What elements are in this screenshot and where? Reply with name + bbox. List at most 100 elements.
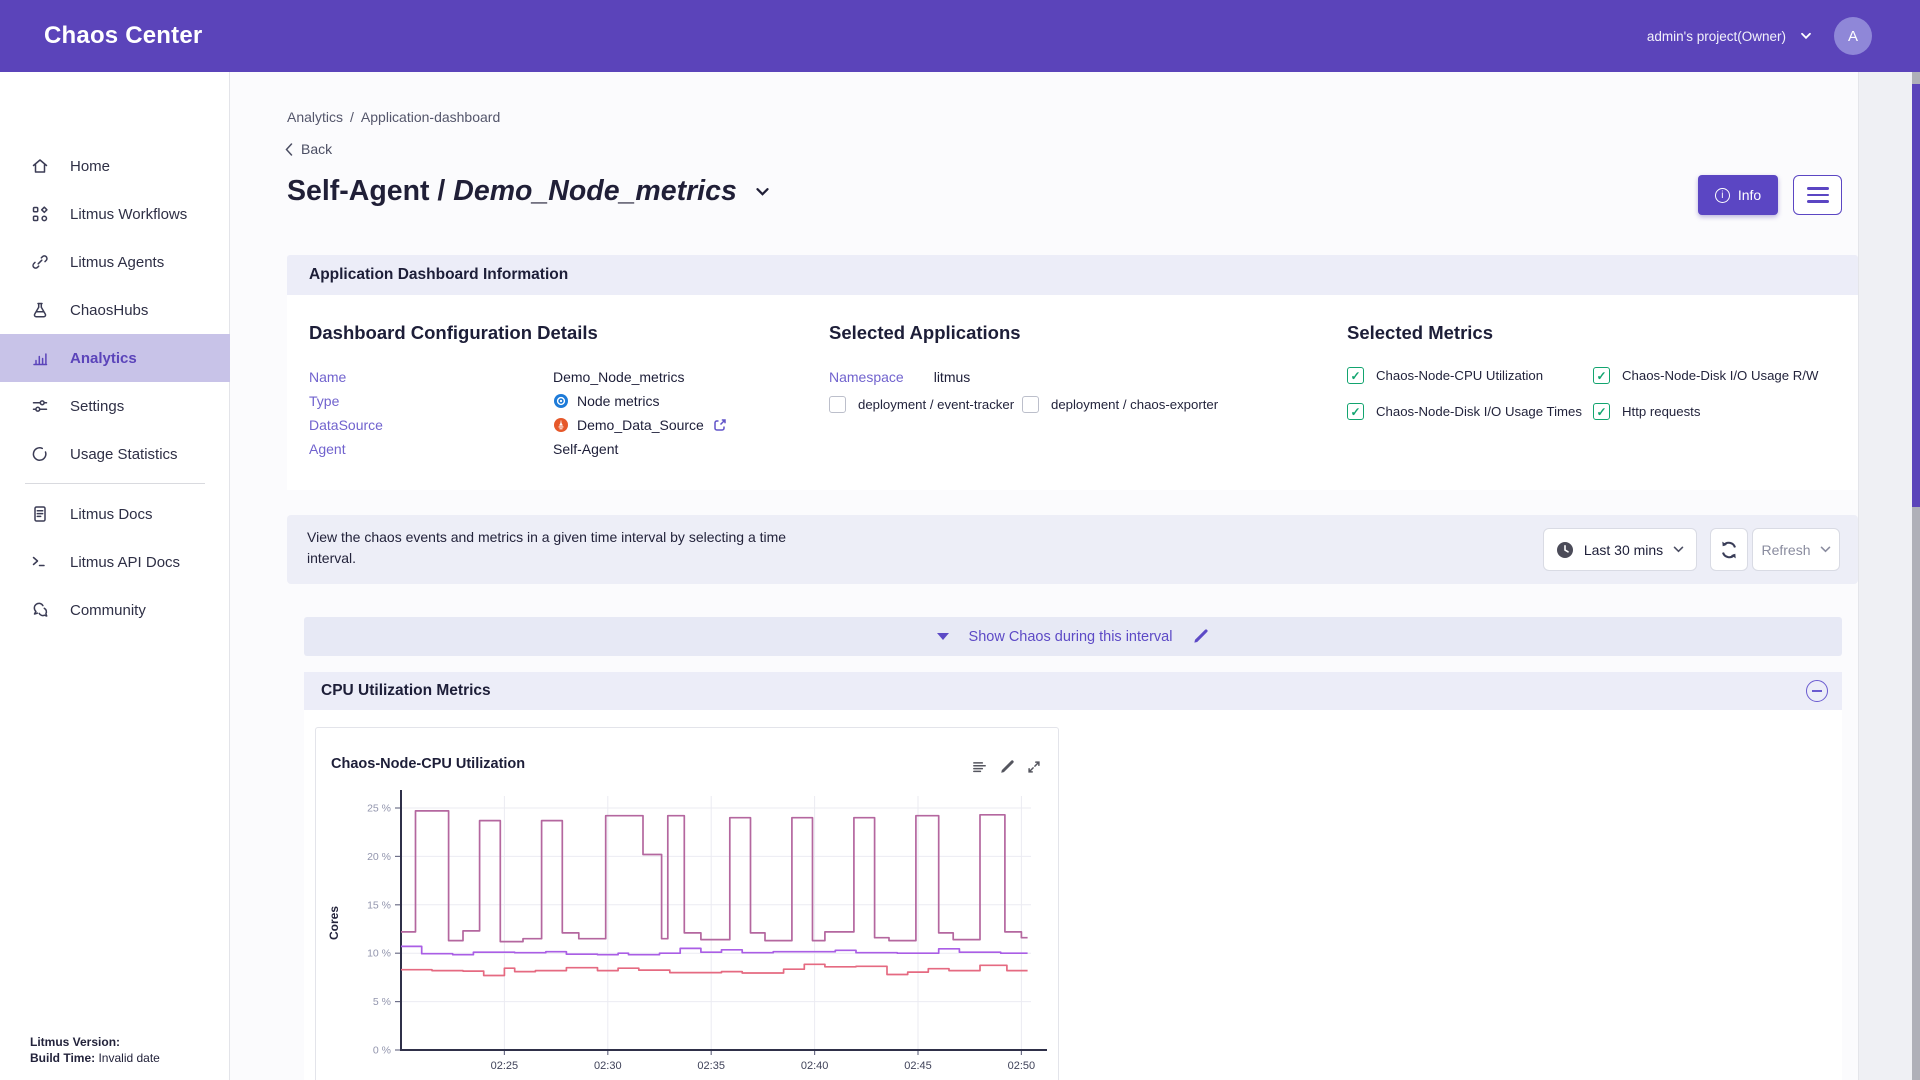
checkbox-label: Chaos-Node-Disk I/O Usage Times: [1376, 404, 1582, 419]
scrollbar-thumb[interactable]: [1912, 84, 1920, 507]
svg-text:02:40: 02:40: [801, 1060, 829, 1072]
sidebar-item-label: Community: [70, 602, 146, 619]
selected-applications-title: Selected Applications: [829, 322, 1021, 344]
avatar[interactable]: A: [1834, 17, 1872, 55]
clock-icon: [1556, 541, 1574, 559]
refresh-label: Refresh: [1761, 542, 1810, 558]
namespace-row: Namespace litmus: [829, 369, 970, 385]
workflows-icon: [30, 204, 50, 224]
sidebar-item-litmus-agents[interactable]: Litmus Agents: [0, 238, 230, 286]
sidebar-item-label: Litmus Agents: [70, 254, 164, 271]
metric-checkbox-disk-io-times[interactable]: Chaos-Node-Disk I/O Usage Times: [1347, 403, 1582, 420]
svg-text:0 %: 0 %: [373, 1045, 391, 1057]
caret-down-icon: [937, 633, 949, 640]
sidebar-item-chaoshubs[interactable]: ChaosHubs: [0, 286, 230, 334]
checkbox-icon: [1593, 367, 1610, 384]
checkbox-icon: [1347, 403, 1364, 420]
version-info: Litmus Version: Build Time: Invalid date: [30, 1034, 160, 1066]
config-label: Name: [309, 369, 553, 385]
title-chevron-down-icon[interactable]: [755, 187, 770, 197]
interval-description: View the chaos events and metrics in a g…: [307, 527, 807, 569]
selected-metrics-title: Selected Metrics: [1347, 322, 1493, 344]
info-button[interactable]: i Info: [1698, 175, 1778, 215]
sidebar: Home Litmus Workflows Litmus Agents Chao…: [0, 72, 230, 1080]
config-row-name: Name Demo_Node_metrics: [309, 365, 685, 389]
home-icon: [30, 156, 50, 176]
checkbox-icon: [829, 396, 846, 413]
application-checkbox-event-tracker[interactable]: deployment / event-tracker: [829, 396, 1014, 413]
metric-checkbox-http-requests[interactable]: Http requests: [1593, 403, 1700, 420]
sidebar-item-settings[interactable]: Settings: [0, 382, 230, 430]
metric-checkbox-disk-io-rw[interactable]: Chaos-Node-Disk I/O Usage R/W: [1593, 367, 1818, 384]
main-content: Analytics / Application-dashboard Back S…: [230, 72, 1858, 1080]
namespace-label: Namespace: [829, 369, 904, 385]
config-label: Type: [309, 393, 553, 409]
litmus-version-label: Litmus Version:: [30, 1035, 120, 1049]
checkbox-label: Chaos-Node-Disk I/O Usage R/W: [1622, 368, 1818, 383]
title-dashboard-name: Demo_Node_metrics: [453, 175, 737, 207]
checkbox-label: deployment / chaos-exporter: [1051, 397, 1218, 412]
svg-text:02:25: 02:25: [491, 1060, 519, 1072]
build-time-value: Invalid date: [98, 1051, 159, 1065]
time-range-label: Last 30 mins: [1584, 542, 1663, 558]
edit-pencil-icon[interactable]: [1192, 628, 1209, 645]
title-agent: Self-Agent: [287, 175, 430, 207]
sidebar-item-litmus-docs[interactable]: Litmus Docs: [0, 490, 230, 538]
config-row-type: Type Node metrics: [309, 389, 659, 413]
sidebar-item-analytics[interactable]: Analytics: [0, 334, 230, 382]
cpu-utilization-chart: 0 %5 %10 %15 %20 %25 %02:2502:3002:3502:…: [316, 728, 1059, 1080]
sidebar-item-label: Home: [70, 158, 110, 175]
top-header: Chaos Center admin's project(Owner) A: [0, 0, 1920, 72]
config-row-datasource: DataSource Demo_Data_Source: [309, 413, 728, 437]
svg-text:02:30: 02:30: [594, 1060, 622, 1072]
sidebar-item-label: Usage Statistics: [70, 446, 178, 463]
show-chaos-label: Show Chaos during this interval: [969, 629, 1173, 645]
checkbox-label: deployment / event-tracker: [858, 397, 1014, 412]
sidebar-item-label: Analytics: [70, 350, 137, 367]
sidebar-item-community[interactable]: Community: [0, 586, 230, 634]
collapse-section-button[interactable]: [1806, 680, 1828, 702]
refresh-icon-button[interactable]: [1710, 528, 1748, 571]
analytics-icon: [30, 348, 50, 368]
chaoshubs-icon: [30, 300, 50, 320]
sidebar-item-label: Litmus Workflows: [70, 206, 187, 223]
build-time-label: Build Time:: [30, 1051, 95, 1065]
metric-checkbox-cpu-utilization[interactable]: Chaos-Node-CPU Utilization: [1347, 367, 1543, 384]
breadcrumb-analytics[interactable]: Analytics: [287, 109, 343, 125]
sidebar-item-label: Settings: [70, 398, 124, 415]
menu-button[interactable]: [1793, 175, 1842, 215]
refresh-select[interactable]: Refresh: [1752, 528, 1840, 571]
project-label: admin's project(Owner): [1647, 29, 1786, 44]
chevron-down-icon: [1673, 546, 1684, 553]
time-range-select[interactable]: Last 30 mins: [1543, 528, 1697, 571]
svg-text:25 %: 25 %: [367, 803, 391, 815]
show-chaos-toggle[interactable]: Show Chaos during this interval: [304, 617, 1842, 656]
svg-text:20 %: 20 %: [367, 851, 391, 863]
sidebar-item-usage-statistics[interactable]: Usage Statistics: [0, 430, 230, 478]
svg-text:Cores: Cores: [327, 906, 341, 940]
config-row-agent: Agent Self-Agent: [309, 437, 618, 461]
namespace-value: litmus: [934, 369, 971, 385]
docs-icon: [30, 504, 50, 524]
checkbox-label: Http requests: [1622, 404, 1700, 419]
title-separator: /: [437, 175, 445, 207]
sidebar-item-litmus-workflows[interactable]: Litmus Workflows: [0, 190, 230, 238]
config-value: Node metrics: [577, 393, 659, 409]
sidebar-item-litmus-api-docs[interactable]: Litmus API Docs: [0, 538, 230, 586]
external-link-icon[interactable]: [712, 417, 728, 433]
prometheus-icon: [553, 417, 569, 433]
breadcrumb-separator: /: [350, 109, 354, 125]
project-selector[interactable]: admin's project(Owner): [1647, 29, 1812, 44]
sidebar-item-home[interactable]: Home: [0, 142, 230, 190]
dashboard-info-panel-header: Application Dashboard Information: [287, 255, 1858, 295]
application-checkbox-chaos-exporter[interactable]: deployment / chaos-exporter: [1022, 396, 1218, 413]
avatar-initial: A: [1848, 28, 1858, 45]
svg-text:5 %: 5 %: [373, 996, 391, 1008]
checkbox-icon: [1022, 396, 1039, 413]
back-button[interactable]: Back: [285, 141, 332, 157]
info-button-label: Info: [1738, 187, 1761, 203]
cpu-metrics-section-body: Chaos-Node-CPU Utilization 0 %5 %10 %15 …: [304, 710, 1842, 1080]
agents-icon: [30, 252, 50, 272]
checkbox-label: Chaos-Node-CPU Utilization: [1376, 368, 1543, 383]
sidebar-divider: [25, 483, 205, 484]
